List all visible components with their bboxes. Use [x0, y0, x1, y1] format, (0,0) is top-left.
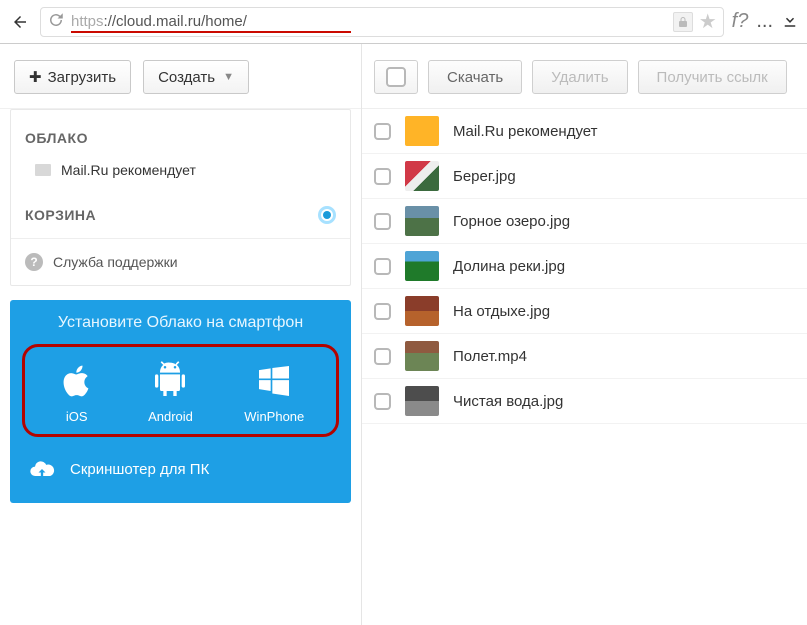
checkbox-icon	[386, 67, 406, 87]
cloud-title: ОБЛАКО	[25, 130, 336, 146]
promo-screenshoter[interactable]: Скриншотер для ПК	[22, 437, 339, 489]
promo-title: Установите Облако на смартфон	[22, 314, 339, 332]
help-icon: ?	[25, 253, 43, 271]
padlock-icon	[677, 16, 689, 28]
file-thumbnail	[405, 116, 439, 146]
file-row[interactable]: Mail.Ru рекомендует	[362, 109, 807, 154]
reload-icon[interactable]	[47, 11, 65, 32]
select-all-button[interactable]	[374, 60, 418, 94]
upload-button[interactable]: ✚ Загрузить	[14, 60, 131, 94]
delete-button[interactable]: Удалить	[532, 60, 627, 94]
url-underline	[71, 31, 351, 33]
upload-label: Загрузить	[48, 69, 117, 86]
file-area: Скачать Удалить Получить ссылк Mail.Ru р…	[362, 44, 807, 625]
file-thumbnail	[405, 251, 439, 281]
file-row[interactable]: Берег.jpg	[362, 154, 807, 199]
promo-ios[interactable]: iOS	[57, 361, 97, 424]
file-checkbox[interactable]	[374, 393, 391, 410]
file-row[interactable]: Долина реки.jpg	[362, 244, 807, 289]
sidebar-toolbar: ✚ Загрузить Создать ▼	[0, 44, 361, 109]
promo-android-label: Android	[148, 409, 193, 424]
file-checkbox[interactable]	[374, 303, 391, 320]
sidebar-item-label: Mail.Ru рекомендует	[61, 162, 196, 178]
download-indicator-icon[interactable]	[781, 11, 799, 32]
url-scheme: https	[71, 13, 104, 30]
promo-winphone[interactable]: WinPhone	[244, 361, 304, 424]
more-menu[interactable]: ...	[756, 10, 773, 33]
file-name: Горное озеро.jpg	[453, 213, 570, 230]
file-thumbnail	[405, 161, 439, 191]
font-toggle[interactable]: f?	[732, 10, 749, 33]
file-row[interactable]: На отдыхе.jpg	[362, 289, 807, 334]
file-name: Mail.Ru рекомендует	[453, 123, 598, 140]
apple-icon	[57, 361, 97, 401]
file-name: Берег.jpg	[453, 168, 516, 185]
file-name: Долина реки.jpg	[453, 258, 565, 275]
promo-platforms: iOS Android WinPhone	[22, 344, 339, 437]
sidebar-nav: ОБЛАКО Mail.Ru рекомендует КОРЗИНА ? Слу…	[10, 109, 351, 286]
file-row[interactable]: Полет.mp4	[362, 334, 807, 379]
download-button[interactable]: Скачать	[428, 60, 522, 94]
file-toolbar: Скачать Удалить Получить ссылк	[362, 44, 807, 109]
url-rest: ://cloud.mail.ru/home/	[104, 13, 247, 30]
file-checkbox[interactable]	[374, 213, 391, 230]
bookmark-star-icon[interactable]: ★	[699, 9, 717, 34]
plus-icon: ✚	[29, 68, 42, 86]
reload-arrow-icon	[47, 11, 65, 29]
lock-icon[interactable]	[673, 12, 693, 32]
screenshoter-label: Скриншотер для ПК	[70, 461, 209, 478]
promo-winphone-label: WinPhone	[244, 409, 304, 424]
support-label: Служба поддержки	[53, 254, 178, 270]
trash-section[interactable]: КОРЗИНА	[11, 198, 350, 238]
file-checkbox[interactable]	[374, 168, 391, 185]
create-button[interactable]: Создать ▼	[143, 60, 249, 94]
install-promo: Установите Облако на смартфон iOS Androi…	[10, 300, 351, 503]
windows-icon	[254, 361, 294, 401]
create-label: Создать	[158, 69, 215, 86]
promo-android[interactable]: Android	[148, 361, 193, 424]
folder-icon	[35, 164, 51, 176]
cloud-section: ОБЛАКО Mail.Ru рекомендует	[11, 120, 350, 198]
file-checkbox[interactable]	[374, 348, 391, 365]
file-list: Mail.Ru рекомендует Берег.jpg Горное озеро…	[362, 109, 807, 424]
file-row[interactable]: Горное озеро.jpg	[362, 199, 807, 244]
promo-ios-label: iOS	[66, 409, 88, 424]
address-bar[interactable]: https://cloud.mail.ru/home/ ★	[40, 7, 724, 37]
file-checkbox[interactable]	[374, 258, 391, 275]
trash-radio-icon	[318, 206, 336, 224]
file-name: На отдыхе.jpg	[453, 303, 550, 320]
file-checkbox[interactable]	[374, 123, 391, 140]
file-thumbnail	[405, 206, 439, 236]
download-arrow-icon	[781, 11, 799, 29]
back-arrow-icon	[11, 13, 29, 31]
url-text: https://cloud.mail.ru/home/	[71, 13, 667, 30]
sidebar: ✚ Загрузить Создать ▼ ОБЛАКО Mail.Ru рек…	[0, 44, 362, 625]
file-name: Чистая вода.jpg	[453, 393, 563, 410]
browser-toolbar: https://cloud.mail.ru/home/ ★ f? ...	[0, 0, 807, 44]
cloud-sync-icon	[28, 455, 56, 483]
trash-title: КОРЗИНА	[25, 207, 96, 223]
android-icon	[150, 361, 190, 401]
main-content: ✚ Загрузить Создать ▼ ОБЛАКО Mail.Ru рек…	[0, 44, 807, 625]
file-thumbnail	[405, 341, 439, 371]
file-thumbnail	[405, 386, 439, 416]
support-link[interactable]: ? Служба поддержки	[11, 238, 350, 285]
sidebar-item-recommended[interactable]: Mail.Ru рекомендует	[25, 156, 336, 184]
file-thumbnail	[405, 296, 439, 326]
share-button[interactable]: Получить ссылк	[638, 60, 787, 94]
chevron-down-icon: ▼	[223, 71, 234, 83]
back-button[interactable]	[8, 10, 32, 34]
file-name: Полет.mp4	[453, 348, 527, 365]
file-row[interactable]: Чистая вода.jpg	[362, 379, 807, 424]
